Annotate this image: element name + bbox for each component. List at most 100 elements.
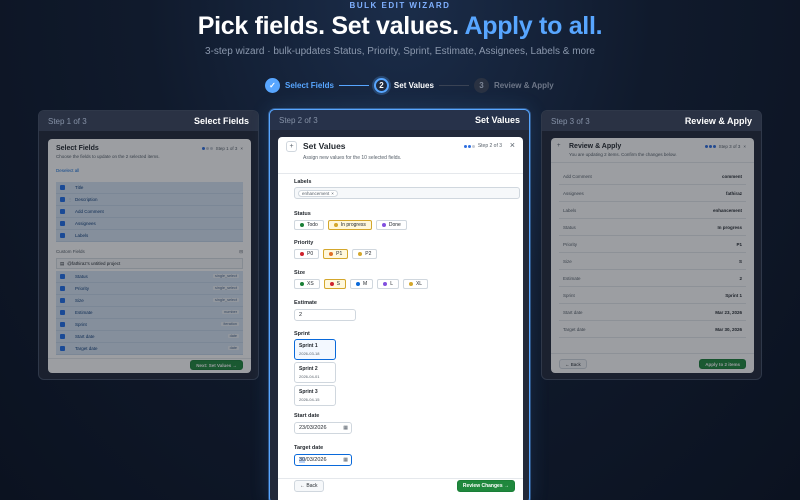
status-dot-icon <box>300 223 304 227</box>
checkbox-icon[interactable] <box>60 285 65 291</box>
size-option-m[interactable]: M <box>350 279 374 289</box>
drag-handle-icon[interactable]: ⋮ <box>65 197 75 202</box>
step-2-label[interactable]: Set Values <box>394 81 434 90</box>
checkbox-icon[interactable] <box>60 208 65 214</box>
custom-field-row[interactable]: Priority single_select <box>56 283 243 295</box>
review-row: Labels enhancement <box>559 202 746 219</box>
priority-option-p2[interactable]: P2 <box>352 249 378 259</box>
checkbox-icon[interactable] <box>60 184 65 190</box>
card-title: Review & Apply <box>569 143 622 150</box>
close-icon[interactable]: × <box>240 146 243 151</box>
status-option-todo[interactable]: Todo <box>294 220 324 230</box>
project-name: @fathiraz's untitled project <box>67 261 121 266</box>
status-dot-icon <box>381 223 386 227</box>
field-name: Title <box>75 184 84 190</box>
chip-label: L <box>390 281 393 287</box>
review-changes-button[interactable]: Review Changes → <box>456 480 515 492</box>
field-name: Start date <box>75 333 95 339</box>
card-description: Assign new values for the 10 selected fi… <box>303 155 402 161</box>
size-dot-icon <box>408 282 413 286</box>
sprint-option[interactable]: Sprint 1 2026-03-18 <box>294 339 336 360</box>
status-option-in-progress[interactable]: In progress <box>327 220 372 230</box>
checkbox-icon[interactable] <box>60 232 65 238</box>
labels-input[interactable]: enhancement × <box>294 187 520 199</box>
sprint-option[interactable]: Sprint 2 2026-04-01 <box>294 362 336 383</box>
checkbox-icon[interactable] <box>60 309 65 315</box>
field-row[interactable]: Labels <box>56 230 243 242</box>
field-type: date <box>227 334 239 339</box>
size-option-l[interactable]: L <box>377 279 399 289</box>
field-name: Assignees <box>75 220 96 226</box>
close-icon[interactable]: × <box>743 144 746 149</box>
field-row[interactable]: Add Comment <box>56 206 243 218</box>
deselect-all-link[interactable]: Deselect all <box>56 168 79 173</box>
step-3-panel: Step 3 of 3 Review & Apply + Review & Ap… <box>541 110 762 380</box>
close-icon[interactable]: × <box>510 140 515 150</box>
divider <box>551 353 754 354</box>
back-button[interactable]: ← Back <box>559 359 587 369</box>
step-2-marker[interactable]: 2 <box>373 77 389 93</box>
priority-dot-icon <box>329 252 334 256</box>
title-main: Pick fields. Set values. <box>197 12 459 40</box>
step-3-label[interactable]: Review & Apply <box>494 81 554 90</box>
custom-field-row[interactable]: Start date date <box>56 331 243 343</box>
review-field: Status <box>563 224 576 230</box>
card-description: Choose the fields to update on the 2 sel… <box>56 154 160 159</box>
priority-option-p1[interactable]: P1 <box>323 249 349 259</box>
status-dot-icon <box>333 223 338 227</box>
review-row: Estimate 2 <box>559 270 746 287</box>
checkbox-icon[interactable] <box>60 321 65 327</box>
size-option-xs[interactable]: XS <box>294 279 320 289</box>
checkbox-icon[interactable] <box>60 345 65 351</box>
chip-label: XL <box>415 281 423 287</box>
field-row[interactable]: Assignees <box>56 218 243 230</box>
custom-field-row[interactable]: Status single_select <box>56 271 243 283</box>
field-type: number <box>222 310 239 315</box>
remove-tag-icon[interactable]: × <box>331 191 334 196</box>
estimate-input[interactable]: 2 <box>294 309 356 321</box>
field-row[interactable]: Title <box>56 182 243 194</box>
priority-option-p0[interactable]: P0 <box>294 249 320 259</box>
panel-title: Set Values <box>474 115 520 125</box>
back-button[interactable]: ← Back <box>294 480 324 492</box>
step-1-label[interactable]: Select Fields <box>285 81 334 90</box>
step-tag: Step 3 of 3 <box>718 144 741 149</box>
collapse-icon[interactable]: ⊟ <box>239 249 243 255</box>
progress-dots-icon <box>201 147 213 150</box>
calendar-icon[interactable]: ▦ <box>343 425 348 431</box>
review-field: Start date <box>563 309 583 315</box>
page-title: Pick fields. Set values. Apply to all. <box>0 12 800 41</box>
step-3-marker[interactable]: 3 <box>473 77 489 93</box>
size-option-xl[interactable]: XL <box>402 279 429 289</box>
sprint-option[interactable]: Sprint 3 2026-04-15 <box>294 385 336 406</box>
sprint-date: 2026-04-15 <box>299 397 320 402</box>
divider <box>551 162 754 163</box>
apply-button[interactable]: Apply to 2 items <box>699 359 746 369</box>
target-date-input[interactable]: 30/03/2026 ▦ <box>294 454 352 466</box>
step-tag: Step 2 of 3 <box>477 143 502 149</box>
start-date-input[interactable]: 23/03/2026 ▦ <box>294 422 352 434</box>
status-option-done[interactable]: Done <box>375 220 407 230</box>
size-option-s[interactable]: S <box>323 279 347 289</box>
field-name: Status <box>75 273 88 279</box>
calendar-icon[interactable]: ▦ <box>343 457 348 463</box>
collapse-icon[interactable]: + <box>557 143 561 149</box>
custom-field-row[interactable]: Target date date <box>56 343 243 355</box>
custom-field-row[interactable]: Size single_select <box>56 295 243 307</box>
eyebrow-label: BULK EDIT WIZARD <box>349 1 451 10</box>
custom-field-row[interactable]: Sprint iteration <box>56 319 243 331</box>
checkbox-icon[interactable] <box>60 273 65 279</box>
custom-field-row[interactable]: Estimate number <box>56 307 243 319</box>
values-form: Labels enhancement × Status Todo In progr… <box>278 173 523 479</box>
review-field: Assignees <box>563 190 584 196</box>
next-set-values-button[interactable]: Next: Set Values → <box>190 360 243 370</box>
field-type: date <box>227 346 239 351</box>
review-field: Labels <box>563 207 577 213</box>
review-value: Mar 23, 2026 <box>715 309 742 315</box>
collapse-icon[interactable]: + <box>286 141 297 152</box>
checkbox-icon[interactable] <box>60 333 65 339</box>
field-row[interactable]: ⋮ Description <box>56 194 243 206</box>
step-1-check-icon[interactable]: ✓ <box>265 77 280 93</box>
checkbox-icon[interactable] <box>60 220 65 226</box>
checkbox-icon[interactable] <box>60 297 65 303</box>
